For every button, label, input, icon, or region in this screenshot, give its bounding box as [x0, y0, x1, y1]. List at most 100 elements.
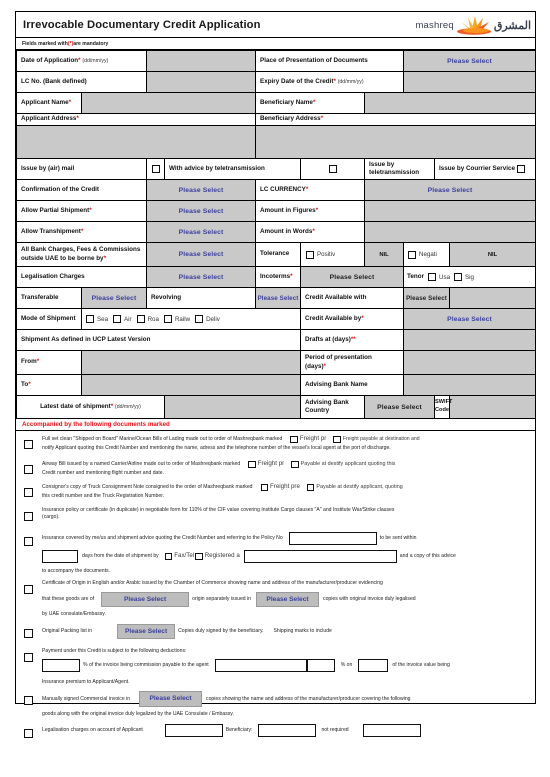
checkbox-truck-consignment[interactable] — [24, 484, 33, 502]
select-origin-copies[interactable]: Please Select — [256, 591, 320, 608]
doc-bol-text-a: Full set clean "Shipped on Board" Marine… — [42, 435, 283, 442]
checkbox-awb-freight-prepaid[interactable]: Freight pr — [248, 460, 284, 469]
select-origin-country[interactable]: Please Select — [101, 591, 190, 608]
input-date-of-application[interactable] — [146, 50, 256, 72]
checkbox-bol-freight-prepaid[interactable]: Freight pr — [290, 435, 326, 444]
input-commission-percent[interactable] — [42, 659, 80, 673]
select-advising-bank-country[interactable]: Please Select — [364, 395, 435, 419]
input-from[interactable] — [81, 350, 301, 375]
input-legalisation-not-required[interactable] — [362, 724, 421, 738]
cell-period-presentation-label: Period of presentation (days)* — [300, 350, 404, 375]
checkbox-packing-list[interactable] — [24, 625, 33, 643]
cell-transferable-label: Transferable — [16, 287, 82, 309]
doc-row-legalisation: Legalisation charges on account of Appli… — [16, 720, 535, 745]
checkbox-issue-air-mail[interactable] — [146, 158, 165, 180]
input-expiry-date[interactable] — [402, 71, 537, 93]
checkbox-bill-of-lading[interactable] — [24, 436, 33, 454]
checkbox-truck-freight-prepaid[interactable]: Freight pre — [260, 483, 300, 492]
select-invoice-copies[interactable]: Please Select — [139, 691, 203, 707]
input-lc-no[interactable] — [146, 71, 256, 93]
checkbox-issue-courier[interactable] — [516, 165, 525, 173]
checkbox-commercial-invoice[interactable] — [24, 692, 33, 710]
payment-deduction-a: % of the invoice being commission payabl… — [83, 661, 209, 668]
select-bank-charges[interactable]: Please Select — [146, 242, 256, 267]
input-advising-bank-name[interactable] — [402, 374, 537, 396]
row-latest-shipment-advising-country: Latest date of shipment* (dd/mm/yy) Advi… — [16, 395, 537, 419]
cert-origin-line2a: that these goods are of — [42, 595, 95, 602]
checkbox-tolerance-positive[interactable]: Positiv — [300, 242, 365, 267]
checkbox-bol-freight-payable-dest[interactable]: Freight payable at destination and — [333, 435, 420, 444]
input-amount-words[interactable] — [363, 221, 537, 243]
checkbox-with-advice-tele[interactable] — [300, 158, 365, 180]
select-credit-available-by[interactable]: Please Select — [402, 308, 537, 330]
input-swift-code[interactable] — [448, 395, 537, 419]
logo-text-arabic: المشرق — [493, 19, 531, 32]
input-applicant-address[interactable] — [16, 125, 256, 159]
checkbox-tenor-sight[interactable]: Sig — [454, 273, 474, 281]
main-field-grid: Date of Application* (dd/mm/yy) Place of… — [16, 50, 537, 419]
mashreq-logo: mashreq المشرق — [415, 14, 531, 36]
checkbox-tolerance-negative[interactable]: Negati — [403, 242, 450, 267]
application-form-page: Irrevocable Documentary Credit Applicati… — [0, 0, 550, 777]
input-advice-address[interactable] — [243, 550, 397, 563]
input-days-from-shipment[interactable] — [42, 550, 78, 563]
select-allow-transhipment[interactable]: Please Select — [146, 221, 256, 243]
checkbox-mode-air[interactable]: Air — [113, 315, 132, 323]
row-address-labels: Applicant Address* Beneficiary Address* — [16, 113, 537, 126]
input-drafts-at[interactable] — [402, 329, 537, 351]
checkbox-payment-deductions[interactable] — [24, 649, 33, 667]
select-lc-currency[interactable]: Please Select — [363, 179, 537, 201]
input-legalisation-beneficiary[interactable] — [258, 724, 317, 738]
input-latest-date-shipment[interactable] — [164, 395, 301, 419]
cell-revolving-label: Revolving — [146, 287, 256, 309]
legalisation-lead: Legalisation charges on account of Appli… — [42, 727, 143, 734]
cert-origin-line2b: origin separately issued in — [192, 595, 252, 602]
select-incoterms[interactable]: Please Select — [300, 266, 404, 288]
cell-confirmation-label: Confirmation of the Credit — [16, 179, 147, 201]
checkbox-awb-payable-dest[interactable]: Payable at destify applicant quoting thi… — [291, 461, 395, 469]
checkbox-mode-rail[interactable]: Railw — [163, 315, 190, 323]
checkbox-mode-road[interactable]: Roa — [136, 315, 159, 323]
input-period-presentation[interactable] — [402, 350, 537, 375]
select-packing-list-copies[interactable]: Please Select — [117, 623, 176, 640]
checkbox-legalisation[interactable] — [24, 725, 33, 743]
input-to[interactable] — [81, 374, 301, 396]
checkbox-certificate-origin[interactable] — [24, 581, 33, 599]
checkbox-truck-payable-dest[interactable]: Payable at destify applicant, quoting — [306, 484, 403, 492]
input-invoice-percent[interactable] — [358, 659, 389, 673]
cell-shipment-ucp-label: Shipment As defined in UCP Latest Versio… — [16, 329, 301, 351]
mandatory-note: Fields marked with (*) are mandatory — [16, 38, 535, 50]
select-allow-partial[interactable]: Please Select — [146, 200, 256, 222]
select-confirmation[interactable]: Please Select — [146, 179, 256, 201]
select-transferable[interactable]: Please Select — [81, 287, 147, 309]
input-policy-no[interactable] — [288, 532, 377, 545]
input-agent-name[interactable] — [214, 659, 307, 673]
input-legalisation-applicant[interactable] — [164, 724, 223, 738]
cell-amount-words-label: Amount in Words* — [255, 221, 365, 243]
select-place-presentation[interactable]: Please Select — [402, 50, 537, 72]
input-beneficiary-address[interactable] — [254, 125, 537, 159]
checkbox-mode-sea[interactable]: Sea — [86, 315, 108, 323]
checkbox-registered-airmail[interactable]: Registered a — [195, 552, 240, 561]
input-applicant-name[interactable] — [81, 92, 256, 114]
insurance-covered-tail: to be sent within — [379, 534, 417, 541]
checkbox-fax-tel[interactable]: Fax/Tel — [164, 552, 194, 561]
cell-applicant-address-label: Applicant Address* — [16, 113, 256, 126]
form-header: Irrevocable Documentary Credit Applicati… — [16, 12, 535, 38]
cell-expiry-date-label: Expiry Date of the Credit* (dd/mm/yy) — [255, 71, 404, 93]
page-title: Irrevocable Documentary Credit Applicati… — [23, 18, 261, 31]
select-revolving[interactable]: Please Select — [255, 287, 301, 309]
input-amount-figures[interactable] — [363, 200, 537, 222]
input-credit-available-with-extra[interactable] — [448, 287, 537, 309]
row-address-inputs — [16, 125, 537, 159]
input-beneficiary-name[interactable] — [363, 92, 537, 114]
checkbox-mode-delivery[interactable]: Deliv — [195, 315, 220, 323]
select-credit-available-with[interactable]: Please Select — [403, 287, 450, 309]
checkbox-insurance-covered[interactable] — [24, 533, 33, 551]
select-legalisation-charges[interactable]: Please Select — [146, 266, 256, 288]
checkbox-airway-bill[interactable] — [24, 461, 33, 479]
checkbox-insurance-policy[interactable] — [24, 508, 33, 526]
input-agent-extra[interactable] — [306, 659, 335, 673]
legalisation-beneficiary-label: Beneficiary: — [225, 727, 253, 734]
checkbox-tenor-usance[interactable]: Usa — [428, 273, 450, 281]
